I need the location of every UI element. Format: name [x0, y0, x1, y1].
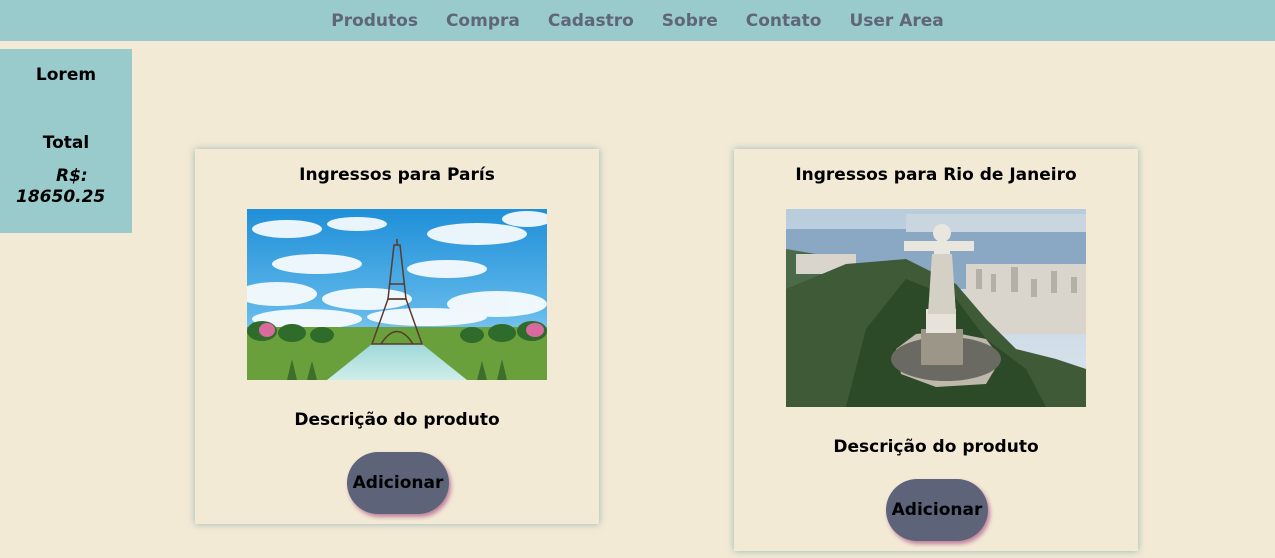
nav-link-sobre[interactable]: Sobre — [662, 11, 718, 31]
product-card-paris: Ingressos para París Descrição do produt… — [195, 149, 599, 524]
add-to-cart-button[interactable]: Adicionar — [347, 452, 449, 514]
total-value: 18650.25 — [16, 187, 106, 207]
product-card-rio-de-janeiro: Ingressos para Rio de Janeiro Descrição … — [734, 149, 1138, 551]
sidebar-title: Lorem — [35, 65, 97, 85]
total-price: R$: 18650.25 — [16, 166, 126, 208]
nav-link-cadastro[interactable]: Cadastro — [548, 11, 634, 31]
product-description: Descrição do produto — [294, 410, 500, 430]
product-image-rio — [786, 209, 1086, 407]
currency-label: R$: — [56, 166, 88, 186]
nav-link-produtos[interactable]: Produtos — [331, 11, 418, 31]
nav-link-contato[interactable]: Contato — [746, 11, 822, 31]
product-title: Ingressos para Rio de Janeiro — [795, 165, 1077, 185]
product-description: Descrição do produto — [833, 437, 1039, 457]
add-to-cart-button[interactable]: Adicionar — [886, 479, 988, 541]
total-label: Total — [42, 133, 90, 153]
product-title: Ingressos para París — [299, 165, 495, 185]
nav-link-user-area[interactable]: User Area — [849, 11, 943, 31]
product-image-paris — [247, 209, 547, 380]
cart-summary-sidebar: Lorem Total R$: 18650.25 — [0, 49, 132, 233]
nav-link-compra[interactable]: Compra — [446, 11, 520, 31]
top-navigation: Produtos Compra Cadastro Sobre Contato U… — [0, 0, 1275, 41]
